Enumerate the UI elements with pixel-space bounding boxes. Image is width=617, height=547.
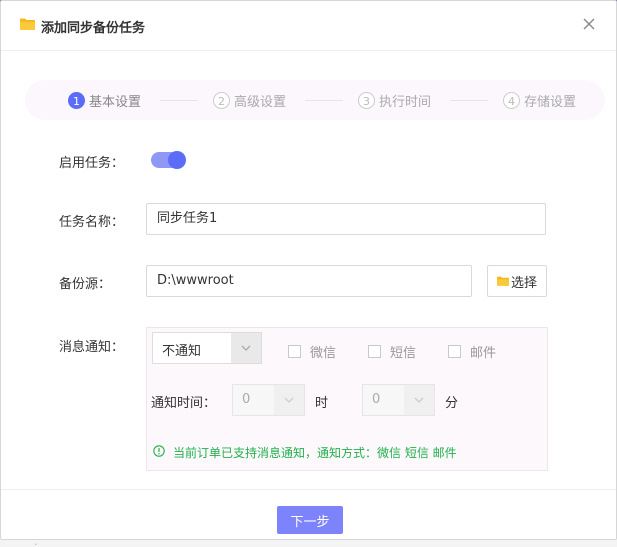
step-advanced-settings: 2 高级设置 bbox=[213, 91, 287, 110]
step-indicator: 1 基本设置 2 高级设置 3 执行时间 4 存储设置 bbox=[25, 80, 605, 120]
step-label: 执行时间 bbox=[379, 94, 432, 110]
channel-label: 邮件 bbox=[470, 346, 497, 361]
backup-source-input[interactable]: D:\wwwroot bbox=[146, 265, 472, 297]
step-divider bbox=[450, 100, 488, 101]
notify-type-value: 不通知 bbox=[162, 344, 202, 359]
notify-type-select[interactable]: 不通知 bbox=[152, 332, 262, 364]
step-label: 存储设置 bbox=[524, 94, 577, 110]
channel-label: 短信 bbox=[390, 346, 417, 361]
channel-wechat-checkbox[interactable]: 微信 bbox=[288, 342, 336, 361]
notification-info-text: 当前订单已支持消息通知，通知方式：微信 短信 邮件 bbox=[173, 446, 457, 460]
hour-unit: 时 bbox=[315, 396, 329, 411]
step-execution-time: 3 执行时间 bbox=[358, 91, 432, 110]
notify-time-label: 通知时间： bbox=[151, 396, 217, 411]
enable-task-toggle[interactable] bbox=[151, 151, 186, 169]
step-number: 1 bbox=[68, 91, 85, 109]
step-label: 基本设置 bbox=[89, 94, 142, 110]
add-sync-backup-dialog: 添加同步备份任务 1 基本设置 2 高级设置 3 执行时间 4 存储设置 启用任… bbox=[0, 0, 617, 540]
chevron-down-icon bbox=[231, 333, 261, 363]
step-divider bbox=[305, 100, 343, 101]
folder-icon bbox=[20, 18, 35, 30]
checkbox-box bbox=[288, 345, 301, 358]
hour-value: 0 bbox=[242, 392, 251, 407]
step-basic-settings: 1 基本设置 bbox=[68, 91, 142, 110]
step-storage-settings: 4 存储设置 bbox=[503, 91, 577, 110]
task-name-input[interactable]: 同步任务1 bbox=[146, 203, 546, 235]
backup-source-label: 备份源： bbox=[59, 277, 112, 292]
task-name-label: 任务名称： bbox=[59, 215, 125, 230]
checkbox-box bbox=[448, 345, 461, 358]
minute-unit: 分 bbox=[445, 396, 459, 411]
step-number: 4 bbox=[503, 91, 520, 109]
folder-icon bbox=[496, 276, 509, 286]
checkbox-box bbox=[368, 345, 381, 358]
notification-label: 消息通知： bbox=[59, 340, 125, 355]
info-icon bbox=[153, 445, 165, 460]
step-number: 2 bbox=[213, 91, 230, 109]
step-number: 3 bbox=[358, 91, 375, 109]
notify-minute-select[interactable]: 0 bbox=[362, 384, 435, 416]
chevron-down-icon bbox=[404, 385, 434, 415]
notify-hour-select[interactable]: 0 bbox=[232, 384, 305, 416]
choose-source-button[interactable]: 选择 bbox=[487, 265, 547, 297]
channel-sms-checkbox[interactable]: 短信 bbox=[368, 342, 416, 361]
dialog-header: 添加同步备份任务 bbox=[1, 1, 616, 51]
notification-info: 当前订单已支持消息通知，通知方式：微信 短信 邮件 bbox=[153, 444, 457, 461]
dialog-title: 添加同步备份任务 bbox=[41, 21, 146, 36]
toggle-knob bbox=[168, 151, 186, 169]
minute-value: 0 bbox=[372, 392, 381, 407]
close-icon[interactable] bbox=[582, 17, 596, 31]
step-label: 高级设置 bbox=[234, 94, 287, 110]
notification-panel: 不通知 微信 短信 邮件 通知时间： 0 时 0 分 当前订单已支持消息通知，通… bbox=[146, 327, 548, 471]
dialog-footer: 下一步 bbox=[1, 489, 616, 541]
channel-label: 微信 bbox=[310, 346, 337, 361]
next-step-button[interactable]: 下一步 bbox=[277, 506, 343, 534]
choose-button-label: 选择 bbox=[510, 275, 537, 291]
step-divider bbox=[160, 100, 198, 101]
channel-email-checkbox[interactable]: 邮件 bbox=[448, 342, 496, 361]
chevron-down-icon bbox=[274, 385, 304, 415]
enable-task-label: 启用任务： bbox=[59, 156, 125, 171]
